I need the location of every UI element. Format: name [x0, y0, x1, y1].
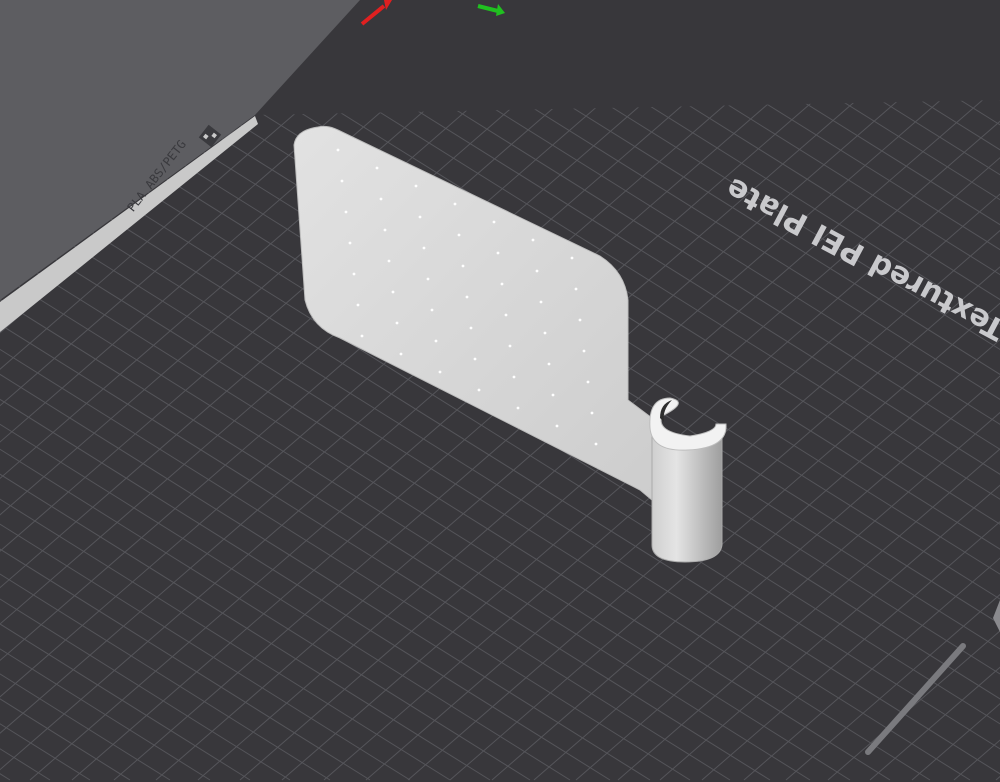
hole-dot: [570, 256, 574, 260]
hole-dot: [516, 406, 520, 410]
hole-dot: [430, 308, 434, 312]
hole-dot: [594, 442, 598, 446]
hole-dot: [461, 264, 465, 268]
3d-viewport[interactable]: PLA ABS/PETG Textured PEI Plate: [0, 0, 1000, 782]
hole-dot: [391, 290, 395, 294]
hole-dot: [356, 303, 360, 307]
hole-dot: [375, 166, 379, 170]
hole-dot: [508, 344, 512, 348]
hole-dot: [383, 228, 387, 232]
hole-dot: [469, 326, 473, 330]
hole-dot: [336, 148, 340, 152]
hole-dot: [414, 184, 418, 188]
hole-dot: [590, 411, 594, 415]
hole-dot: [348, 241, 352, 245]
hole-dot: [582, 349, 586, 353]
hole-dot: [453, 202, 457, 206]
hole-dot: [496, 251, 500, 255]
hole-dot: [399, 352, 403, 356]
hole-dot: [547, 362, 551, 366]
hole-dot: [340, 179, 344, 183]
hole-dot: [539, 300, 543, 304]
hole-dot: [551, 393, 555, 397]
hole-dot: [555, 424, 559, 428]
hole-dot: [438, 370, 442, 374]
hole-dot: [434, 339, 438, 343]
hole-dot: [473, 357, 477, 361]
hole-dot: [477, 388, 481, 392]
hole-dot: [512, 375, 516, 379]
hole-dot: [387, 259, 391, 263]
hole-dot: [500, 282, 504, 286]
hole-dot: [465, 295, 469, 299]
hole-dot: [344, 210, 348, 214]
scene-canvas[interactable]: PLA ABS/PETG Textured PEI Plate: [0, 0, 1000, 782]
hole-dot: [586, 380, 590, 384]
hole-dot: [422, 246, 426, 250]
hole-dot: [578, 318, 582, 322]
hole-dot: [360, 334, 364, 338]
hole-dot: [395, 321, 399, 325]
hole-dot: [426, 277, 430, 281]
hole-dot: [574, 287, 578, 291]
hole-dot: [535, 269, 539, 273]
hole-dot: [492, 220, 496, 224]
hole-dot: [504, 313, 508, 317]
hole-dot: [352, 272, 356, 276]
hole-dot: [457, 233, 461, 237]
hole-dot: [543, 331, 547, 335]
hole-dot: [531, 238, 535, 242]
hole-dot: [379, 197, 383, 201]
hole-dot: [418, 215, 422, 219]
